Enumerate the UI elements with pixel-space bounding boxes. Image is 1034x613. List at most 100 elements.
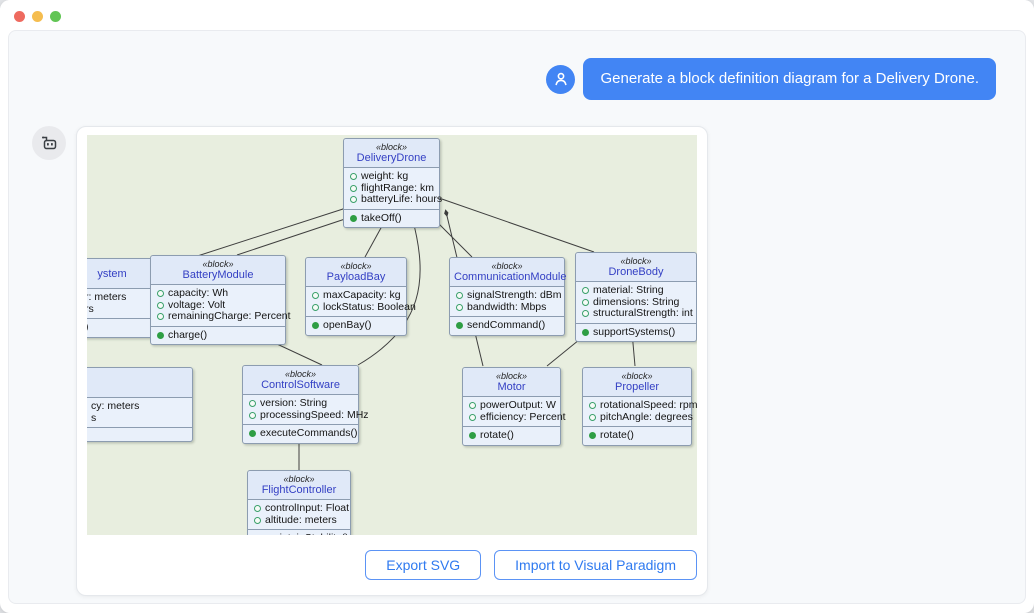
block-header: «block»Motor	[463, 368, 560, 397]
uml-block-Propeller: «block»Propeller rotationalSpeed: rpmpitc…	[582, 367, 692, 446]
attribute-bullet-icon	[350, 196, 357, 203]
attribute-bullet-icon	[157, 313, 164, 320]
operation-bullet-icon	[312, 322, 319, 329]
attribute-bullet-icon	[582, 287, 589, 294]
robot-icon	[39, 133, 59, 153]
block-name: ystem	[87, 268, 152, 281]
block-member-row: batteryLife: hours	[344, 194, 439, 206]
block-attribute: efficiency: Percent	[480, 412, 566, 424]
operations-compartment: charge()	[151, 326, 285, 345]
block-attribute: capacity: Wh	[168, 288, 228, 300]
attribute-bullet-icon	[157, 290, 164, 297]
block-operation: executeCommands()	[260, 428, 357, 440]
block-header: «block»ControlSoftware	[243, 366, 358, 395]
block-member-row: rotationalSpeed: rpm	[583, 400, 691, 412]
block-member-row: maxCapacity: kg	[306, 290, 406, 302]
operations-compartment: rotate()	[583, 426, 691, 445]
block-operation: supportSystems()	[593, 327, 675, 339]
attribute-bullet-icon	[456, 304, 463, 311]
uml-block-Motor: «block»MotorpowerOutput: Wefficiency: Pe…	[462, 367, 561, 446]
block-header: «block»DroneBody	[576, 253, 696, 282]
block-member-row: controlInput: Float	[248, 503, 350, 515]
block-member-row: structuralStrength: int	[576, 308, 696, 320]
block-name: PayloadBay	[310, 271, 402, 284]
block-header: «block»CommunicationModule	[450, 258, 564, 287]
bot-avatar	[32, 126, 66, 160]
user-message-bubble: Generate a block definition diagram for …	[583, 58, 996, 100]
block-member-row: s	[87, 413, 192, 425]
uml-block-ystem: ystemr: metersrs)	[87, 258, 157, 338]
attribute-bullet-icon	[589, 414, 596, 421]
block-member-row: openBay()	[306, 320, 406, 332]
attribute-bullet-icon	[589, 402, 596, 409]
block-member-row: weight: kg	[344, 171, 439, 183]
block-name: Motor	[467, 381, 556, 394]
block-member-row: pitchAngle: degrees	[583, 412, 691, 424]
block-attribute: batteryLife: hours	[361, 194, 442, 206]
block-member-row: maintainStability()	[248, 533, 350, 535]
block-attribute: r: meters	[87, 292, 126, 304]
operation-bullet-icon	[589, 432, 596, 439]
block-stereotype: «block»	[587, 371, 687, 381]
block-definition-diagram: «block» DeliveryDrone weight: kgflightRang…	[87, 135, 697, 535]
attributes-compartment: version: StringprocessingSpeed: MHz	[243, 395, 358, 424]
block-name: DeliveryDrone	[348, 152, 435, 165]
attribute-bullet-icon	[254, 505, 261, 512]
block-attribute: rotationalSpeed: rpm	[600, 400, 697, 412]
block-member-row: rotate()	[463, 430, 560, 442]
block-attribute: powerOutput: W	[480, 400, 556, 412]
chat-panel: Generate a block definition diagram for …	[8, 30, 1026, 604]
block-attribute: altitude: meters	[265, 515, 337, 527]
block-member-row: )	[87, 322, 156, 334]
block-member-row: material: String	[576, 285, 696, 297]
block-member-row: executeCommands()	[243, 428, 358, 440]
block-attribute: s	[91, 413, 96, 425]
minimize-window-button[interactable]	[32, 11, 43, 22]
import-visual-paradigm-button[interactable]: Import to Visual Paradigm	[494, 550, 697, 580]
block-stereotype: «block»	[580, 256, 692, 266]
zoom-window-button[interactable]	[50, 11, 61, 22]
block-attribute: structuralStrength: int	[593, 308, 693, 320]
block-member-row: sendCommand()	[450, 320, 564, 332]
block-operation: takeOff()	[361, 213, 402, 225]
user-avatar	[546, 65, 575, 94]
attributes-compartment: maxCapacity: kglockStatus: Boolean	[306, 287, 406, 316]
block-name: BatteryModule	[155, 269, 281, 282]
export-svg-button[interactable]: Export SVG	[365, 550, 481, 580]
block-member-row: processingSpeed: MHz	[243, 410, 358, 422]
block-member-row: bandwidth: Mbps	[450, 302, 564, 314]
attributes-compartment: powerOutput: Wefficiency: Percent	[463, 397, 560, 426]
block-header: «block»PayloadBay	[306, 258, 406, 287]
operations-compartment: supportSystems()	[576, 323, 696, 342]
operation-bullet-icon	[249, 430, 256, 437]
uml-block-PayloadBay: «block»PayloadBaymaxCapacity: kglockStat…	[305, 257, 407, 336]
attribute-bullet-icon	[456, 292, 463, 299]
block-attribute: weight: kg	[361, 171, 408, 183]
attributes-compartment: weight: kgflightRange: kmbatteryLife: ho…	[344, 168, 439, 209]
window-titlebar	[0, 0, 1034, 30]
block-header	[87, 368, 192, 398]
block-member-row: altitude: meters	[248, 515, 350, 527]
operation-bullet-icon	[157, 332, 164, 339]
block-attribute: version: String	[260, 398, 327, 410]
operations-compartment: executeCommands()	[243, 424, 358, 443]
uml-block-BatteryModule: «block»BatteryModulecapacity: Whvoltage:…	[150, 255, 286, 345]
uml-block-partial-6: cy: meterss	[87, 367, 193, 442]
operation-bullet-icon	[469, 432, 476, 439]
block-member-row: efficiency: Percent	[463, 412, 560, 424]
uml-block-DroneBody: «block»DroneBodymaterial: Stringdimensio…	[575, 252, 697, 342]
block-attribute: cy: meters	[91, 401, 139, 413]
block-attribute: processingSpeed: MHz	[260, 410, 369, 422]
block-operation: sendCommand()	[467, 320, 545, 332]
block-attribute: bandwidth: Mbps	[467, 302, 546, 314]
assistant-response-card: «block» DeliveryDrone weight: kgflightRang…	[76, 126, 708, 596]
block-member-row: supportSystems()	[576, 327, 696, 339]
block-header: «block»BatteryModule	[151, 256, 285, 285]
operations-compartment: sendCommand()	[450, 316, 564, 335]
block-member-row: powerOutput: W	[463, 400, 560, 412]
block-stereotype: «block»	[252, 474, 346, 484]
close-window-button[interactable]	[14, 11, 25, 22]
attribute-bullet-icon	[254, 517, 261, 524]
block-member-row: charge()	[151, 330, 285, 342]
block-name: Propeller	[587, 381, 687, 394]
